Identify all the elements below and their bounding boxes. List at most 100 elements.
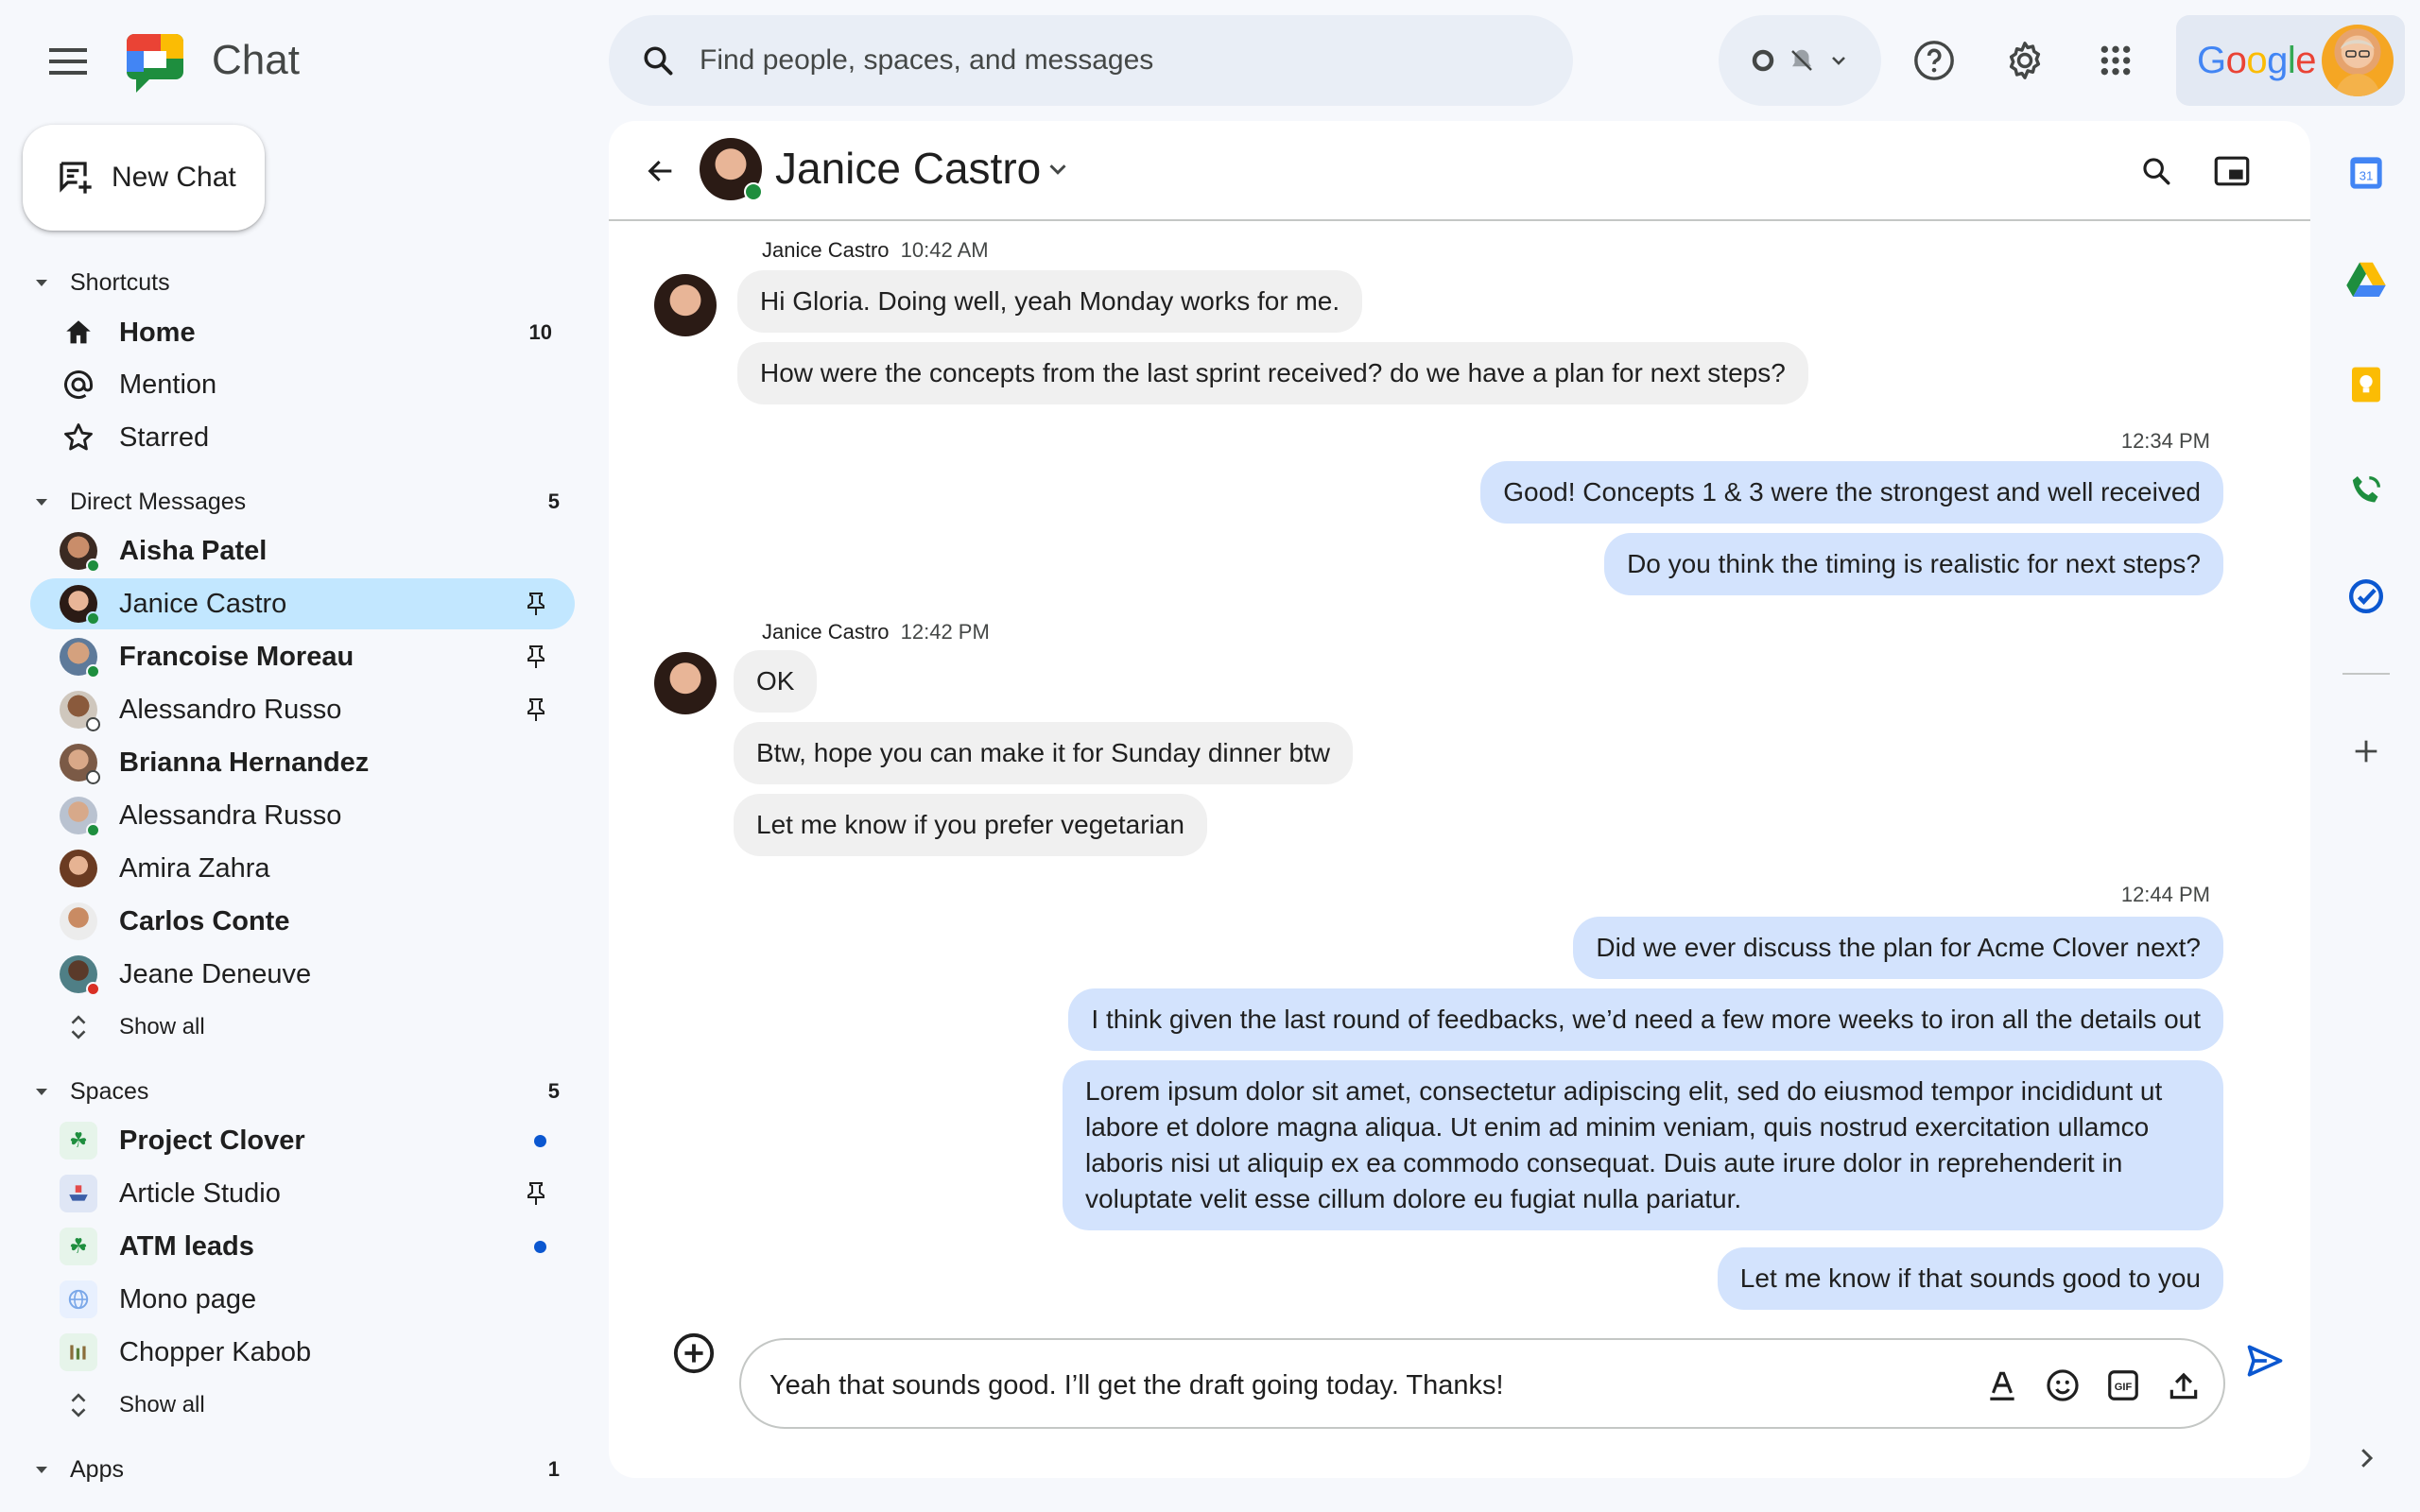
message-bubble[interactable]: Do you think the timing is realistic for… — [1604, 533, 2223, 595]
contact-name[interactable]: Janice Castro — [775, 142, 1041, 195]
search-icon — [644, 46, 673, 76]
pin-icon[interactable] — [524, 697, 548, 722]
status-ring-icon — [1752, 49, 1774, 72]
apps-launcher-button[interactable] — [2089, 34, 2142, 87]
section-title: Spaces — [70, 1077, 149, 1105]
gif-button[interactable]: GIF — [2100, 1363, 2146, 1408]
spaces-show-all[interactable]: Show all — [30, 1380, 575, 1431]
sender-name: Janice Castro — [762, 238, 890, 262]
dm-show-all[interactable]: Show all — [30, 1002, 575, 1053]
pin-icon[interactable] — [524, 592, 548, 616]
avatar — [60, 797, 100, 837]
direct-messages-section-toggle[interactable]: Direct Messages 5 — [30, 481, 560, 523]
send-icon — [2247, 1345, 2283, 1377]
calendar-icon: 31 — [2350, 157, 2382, 189]
format-text-button[interactable] — [1979, 1363, 2025, 1408]
send-button[interactable] — [2238, 1334, 2291, 1387]
section-count: 1 — [547, 1457, 560, 1481]
message-bubble[interactable]: OK — [734, 650, 818, 713]
dm-item-brianna-hernandez[interactable]: Brianna Hernandez — [30, 737, 575, 788]
dm-item-alessandro-russo[interactable]: Alessandro Russo — [30, 684, 575, 735]
message-bubble[interactable]: Lorem ipsum dolor sit amet, consectetur … — [1063, 1060, 2223, 1230]
upload-file-button[interactable] — [2161, 1363, 2206, 1408]
sidebar-item-mention[interactable]: Mention — [30, 359, 575, 410]
space-item-atm-leads[interactable]: ☘ ATM leads — [30, 1221, 575, 1272]
open-in-popup-button[interactable] — [2208, 147, 2256, 195]
message-bubble[interactable]: I think given the last round of feedback… — [1068, 988, 2223, 1051]
dm-item-jeane-deneuve[interactable]: Jeane Deneuve — [30, 949, 575, 1000]
status-selector[interactable] — [1719, 15, 1881, 106]
dm-item-aisha-patel[interactable]: Aisha Patel — [30, 525, 575, 576]
dm-item-alessandra-russo[interactable]: Alessandra Russo — [30, 790, 575, 841]
space-item-article-studio[interactable]: Article Studio — [30, 1168, 575, 1219]
message-bubble[interactable]: Did we ever discuss the plan for Acme Cl… — [1573, 917, 2223, 979]
online-indicator — [744, 182, 763, 201]
message-bubble[interactable]: Hi Gloria. Doing well, yeah Monday works… — [737, 270, 1363, 333]
pin-icon[interactable] — [524, 644, 548, 669]
drive-app-button[interactable] — [2342, 255, 2390, 302]
emoji-icon — [2047, 1369, 2079, 1401]
voice-app-button[interactable] — [2342, 467, 2390, 514]
spaces-section-toggle[interactable]: Spaces 5 — [30, 1071, 560, 1112]
pin-icon[interactable] — [524, 1181, 548, 1206]
dm-item-amira-zahra[interactable]: Amira Zahra — [30, 843, 575, 894]
search-in-conversation-button[interactable] — [2133, 147, 2180, 195]
dm-item-carlos-conte[interactable]: Carlos Conte — [30, 896, 575, 947]
help-icon — [1914, 41, 1954, 80]
avatar — [60, 585, 100, 626]
sender-avatar[interactable] — [654, 652, 717, 714]
sender-name: Janice Castro — [762, 620, 890, 644]
new-chat-label: New Chat — [112, 162, 236, 193]
main-menu-button[interactable] — [42, 38, 95, 85]
message-bubble[interactable]: Btw, hope you can make it for Sunday din… — [734, 722, 1354, 784]
star-icon — [59, 418, 98, 457]
emoji-button[interactable] — [2040, 1363, 2085, 1408]
message-input[interactable] — [769, 1366, 1942, 1404]
space-item-project-clover[interactable]: ☘ Project Clover — [30, 1115, 575, 1166]
keep-app-button[interactable] — [2342, 361, 2390, 408]
space-item-mono-page[interactable]: Mono page — [30, 1274, 575, 1325]
caret-down-icon — [36, 1089, 47, 1095]
tasks-app-button[interactable] — [2342, 573, 2390, 620]
message-composer[interactable]: GIF — [739, 1338, 2225, 1429]
grid-icon — [2100, 45, 2131, 76]
busy-indicator — [86, 982, 100, 996]
dm-item-janice-castro[interactable]: Janice Castro — [30, 578, 575, 629]
online-indicator — [86, 558, 100, 573]
calendar-app-button[interactable]: 31 — [2342, 149, 2390, 197]
search-bar[interactable] — [609, 15, 1573, 106]
away-indicator — [86, 770, 100, 784]
help-button[interactable] — [1908, 34, 1961, 87]
contact-avatar[interactable] — [700, 138, 763, 201]
unfold-icon — [59, 1385, 98, 1425]
space-item-label: Article Studio — [119, 1177, 281, 1209]
apps-section-toggle[interactable]: Apps 1 — [30, 1449, 560, 1490]
add-attachment-button[interactable] — [671, 1331, 717, 1376]
space-item-chopper-kabob[interactable]: Chopper Kabob — [30, 1327, 575, 1378]
dm-item-label: Alessandro Russo — [119, 694, 342, 725]
sidebar-item-home[interactable]: Home 10 — [30, 307, 575, 358]
google-wordmark: Google — [2197, 39, 2317, 81]
section-count: 5 — [547, 1079, 560, 1103]
message-bubble[interactable]: Let me know if you prefer vegetarian — [734, 794, 1207, 856]
settings-button[interactable] — [1998, 34, 2051, 87]
message-bubble[interactable]: Let me know if that sounds good to you — [1717, 1247, 2223, 1310]
dm-item-francoise-moreau[interactable]: Francoise Moreau — [30, 631, 575, 682]
chevron-down-icon[interactable] — [1044, 155, 1072, 183]
message-bubble[interactable]: Good! Concepts 1 & 3 were the strongest … — [1480, 461, 2223, 524]
search-input[interactable] — [700, 44, 1531, 77]
message-bubble[interactable]: How were the concepts from the last spri… — [737, 342, 1808, 404]
sender-avatar[interactable] — [654, 274, 717, 336]
avatar — [60, 638, 100, 679]
new-chat-button[interactable]: New Chat — [23, 125, 265, 231]
back-button[interactable] — [637, 147, 684, 195]
unread-dot — [534, 1134, 546, 1147]
hide-side-panel-button[interactable] — [2342, 1435, 2390, 1482]
dm-item-label: Aisha Patel — [119, 535, 268, 566]
account-button[interactable]: Google — [2176, 15, 2405, 106]
svg-text:GIF: GIF — [2115, 1382, 2133, 1393]
online-indicator — [86, 823, 100, 837]
get-add-ons-button[interactable] — [2342, 728, 2390, 775]
shortcuts-section-toggle[interactable]: Shortcuts — [30, 262, 560, 303]
sidebar-item-starred[interactable]: Starred — [30, 412, 575, 463]
